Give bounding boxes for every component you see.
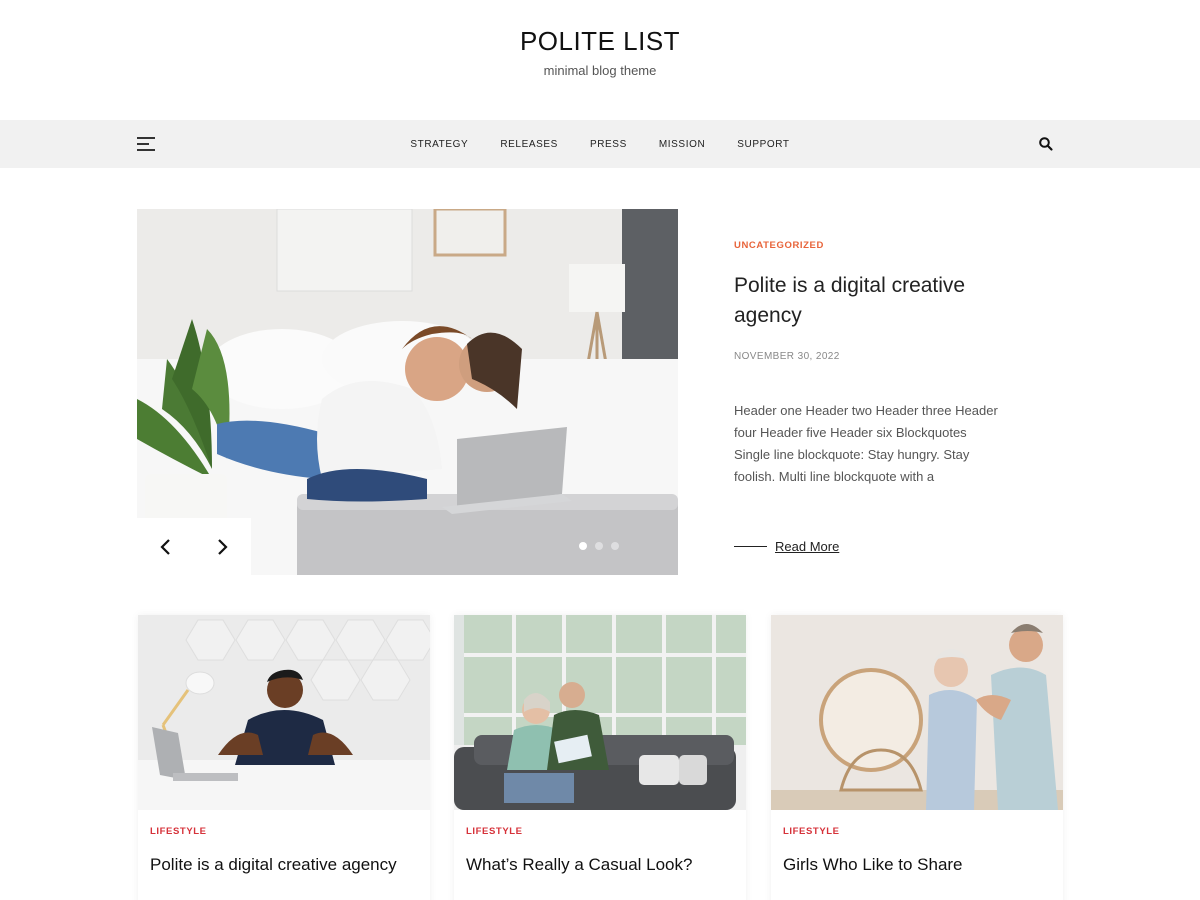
chevron-right-icon[interactable] — [211, 536, 233, 558]
featured-excerpt: Header one Header two Header three Heade… — [734, 403, 998, 484]
post-thumbnail[interactable] — [454, 615, 746, 810]
site-tagline: minimal blog theme — [543, 63, 657, 78]
read-more-label[interactable]: Read More — [775, 539, 839, 554]
featured-title[interactable]: Polite is a digital creative agency — [734, 271, 1004, 331]
slider-dot-1[interactable] — [579, 542, 587, 550]
nav-item-support[interactable]: SUPPORT — [737, 139, 789, 150]
post-card: LIFESTYLE Polite is a digital creative a… — [138, 615, 430, 900]
slider-dot-2[interactable] — [595, 542, 603, 550]
featured-post: UNCATEGORIZED Polite is a digital creati… — [734, 240, 1004, 488]
main-navigation: STRATEGY RELEASES PRESS MISSION SUPPORT — [0, 120, 1200, 168]
post-category[interactable]: LIFESTYLE — [150, 826, 207, 837]
slider-arrow-box — [137, 518, 251, 575]
post-title[interactable]: What’s Really a Casual Look? — [466, 854, 741, 876]
featured-category[interactable]: UNCATEGORIZED — [734, 240, 1004, 251]
post-card: LIFESTYLE What’s Really a Casual Look? — [454, 615, 746, 900]
post-card: LIFESTYLE Girls Who Like to Share — [771, 615, 1063, 900]
site-title[interactable]: POLITE LIST — [0, 26, 1200, 57]
post-category[interactable]: LIFESTYLE — [783, 826, 840, 837]
read-more-link[interactable]: Read More — [734, 539, 839, 554]
site-header: POLITE LIST minimal blog theme — [0, 0, 1200, 120]
slider-dot-3[interactable] — [611, 542, 619, 550]
post-title[interactable]: Polite is a digital creative agency — [150, 854, 425, 876]
search-icon[interactable] — [1038, 136, 1054, 152]
nav-item-releases[interactable]: RELEASES — [500, 139, 558, 150]
nav-item-press[interactable]: PRESS — [590, 139, 627, 150]
chevron-left-icon[interactable] — [155, 536, 177, 558]
post-category[interactable]: LIFESTYLE — [466, 826, 523, 837]
post-title[interactable]: Girls Who Like to Share — [783, 854, 1058, 876]
nav-item-strategy[interactable]: STRATEGY — [410, 139, 468, 150]
nav-menu: STRATEGY RELEASES PRESS MISSION SUPPORT — [0, 120, 1200, 168]
post-thumbnail[interactable] — [138, 615, 430, 810]
featured-date: NOVEMBER 30, 2022 — [734, 351, 840, 362]
post-thumbnail[interactable] — [771, 615, 1063, 810]
read-more-line — [734, 545, 767, 548]
nav-item-mission[interactable]: MISSION — [659, 139, 705, 150]
slider-dots — [579, 542, 619, 550]
